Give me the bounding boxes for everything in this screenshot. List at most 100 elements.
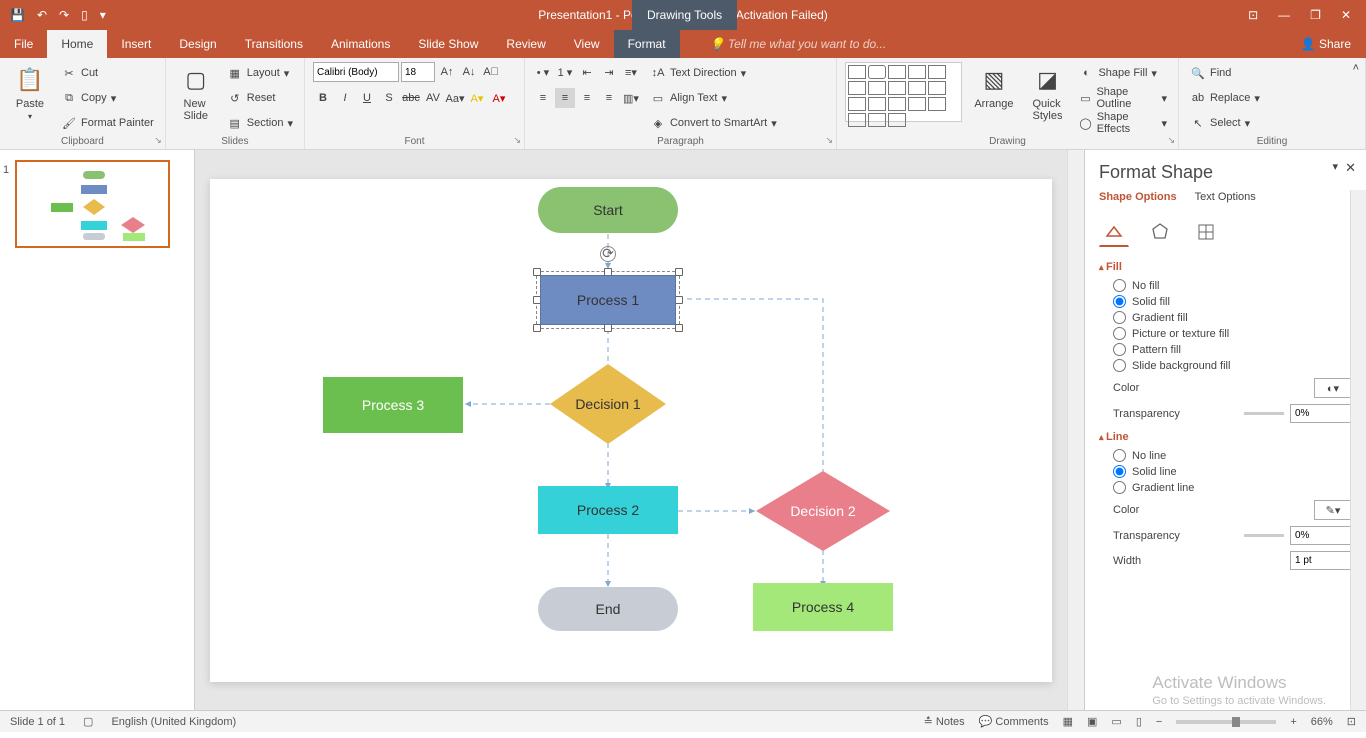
fill-line-icon[interactable]	[1099, 217, 1129, 247]
copy-button[interactable]: ⧉Copy ▾	[58, 87, 157, 109]
minimize-icon[interactable]: —	[1278, 8, 1290, 22]
restore-icon[interactable]: ❐	[1310, 8, 1321, 22]
find-button[interactable]: 🔍Find	[1187, 62, 1263, 84]
gradient-line-radio[interactable]: Gradient line	[1113, 481, 1352, 494]
layout-button[interactable]: ▦Layout ▾	[224, 62, 296, 84]
line-transparency-input[interactable]	[1290, 526, 1352, 545]
picture-fill-radio[interactable]: Picture or texture fill	[1113, 327, 1352, 340]
highlight-button[interactable]: A▾	[467, 88, 487, 108]
transparency-slider[interactable]	[1244, 412, 1284, 415]
resize-handle[interactable]	[604, 324, 612, 332]
qat-dropdown-icon[interactable]: ▾	[100, 8, 106, 22]
effects-icon[interactable]	[1145, 217, 1175, 247]
numbering-button[interactable]: 1 ▾	[555, 62, 575, 82]
format-painter-button[interactable]: 🖌Format Painter	[58, 112, 157, 134]
underline-button[interactable]: U	[357, 88, 377, 108]
comments-button[interactable]: 💬 Comments	[979, 715, 1049, 728]
shape-outline-button[interactable]: ▭Shape Outline ▾	[1075, 87, 1170, 109]
tab-slideshow[interactable]: Slide Show	[404, 30, 492, 58]
slide-thumbnail-1[interactable]: 1	[15, 160, 170, 248]
line-section-header[interactable]: Line	[1099, 431, 1352, 443]
italic-button[interactable]: I	[335, 88, 355, 108]
slide-canvas-area[interactable]: Start ⟳ Process 1 Decision 1 Process 3	[195, 150, 1067, 710]
reading-view-icon[interactable]: ▭	[1111, 715, 1121, 728]
select-button[interactable]: ↖Select ▾	[1187, 112, 1263, 134]
notes-button[interactable]: ≛ Notes	[924, 715, 965, 728]
fill-section-header[interactable]: Fill	[1099, 261, 1352, 273]
new-slide-button[interactable]: ▢ New Slide	[174, 62, 218, 124]
justify-button[interactable]: ≡	[599, 88, 619, 108]
convert-smartart-button[interactable]: ◈Convert to SmartArt ▾	[647, 112, 780, 134]
bold-button[interactable]: B	[313, 88, 333, 108]
ribbon-display-icon[interactable]: ⊡	[1248, 8, 1258, 22]
align-text-button[interactable]: ▭Align Text ▾	[647, 87, 780, 109]
no-line-radio[interactable]: No line	[1113, 449, 1352, 462]
slide-counter[interactable]: Slide 1 of 1	[10, 716, 65, 728]
align-left-button[interactable]: ≡	[533, 88, 553, 108]
pane-options-icon[interactable]: ▾	[1332, 160, 1338, 173]
shape-effects-button[interactable]: ◯Shape Effects ▾	[1075, 112, 1170, 134]
quick-styles-button[interactable]: ◪Quick Styles	[1025, 62, 1069, 124]
columns-button[interactable]: ▥▾	[621, 88, 641, 108]
shape-fill-button[interactable]: ◐Shape Fill ▾	[1075, 62, 1170, 84]
dialog-launcher-icon[interactable]: ↘	[825, 135, 833, 146]
pane-scrollbar[interactable]	[1350, 190, 1366, 710]
tab-home[interactable]: Home	[47, 30, 107, 58]
share-button[interactable]: 👤 Share	[1301, 37, 1366, 51]
line-spacing-button[interactable]: ≡▾	[621, 62, 641, 82]
spellcheck-icon[interactable]: ▢	[83, 715, 93, 728]
font-size-select[interactable]	[401, 62, 435, 82]
zoom-in-button[interactable]: +	[1290, 716, 1296, 728]
resize-handle[interactable]	[533, 324, 541, 332]
zoom-level[interactable]: 66%	[1311, 716, 1333, 728]
collapse-ribbon-icon[interactable]: ˄	[1353, 62, 1359, 74]
text-direction-button[interactable]: ↕AText Direction ▾	[647, 62, 780, 84]
dialog-launcher-icon[interactable]: ↘	[1167, 135, 1175, 146]
pattern-fill-radio[interactable]: Pattern fill	[1113, 343, 1352, 356]
char-spacing-button[interactable]: AV	[423, 88, 443, 108]
shape-process-3[interactable]: Process 3	[323, 377, 463, 433]
align-right-button[interactable]: ≡	[577, 88, 597, 108]
tab-view[interactable]: View	[560, 30, 614, 58]
case-button[interactable]: Aa▾	[445, 88, 465, 108]
decrease-indent-button[interactable]: ⇤	[577, 62, 597, 82]
shape-decision-2[interactable]: Decision 2	[756, 471, 890, 551]
fill-transparency-input[interactable]	[1290, 404, 1352, 423]
shape-decision-1[interactable]: Decision 1	[550, 364, 666, 444]
normal-view-icon[interactable]: ▦	[1063, 715, 1073, 728]
no-fill-radio[interactable]: No fill	[1113, 279, 1352, 292]
font-name-select[interactable]	[313, 62, 399, 82]
undo-icon[interactable]: ↶	[37, 8, 47, 22]
clear-formatting-icon[interactable]: A⃠	[481, 62, 501, 82]
zoom-out-button[interactable]: −	[1156, 716, 1162, 728]
fit-to-window-icon[interactable]: ⊡	[1347, 715, 1356, 728]
tab-format[interactable]: Format	[614, 30, 680, 58]
shadow-button[interactable]: S	[379, 88, 399, 108]
start-from-beginning-icon[interactable]: ▯	[81, 8, 88, 22]
increase-font-icon[interactable]: A↑	[437, 62, 457, 82]
zoom-slider[interactable]	[1176, 720, 1276, 724]
tell-me-search[interactable]: 💡 Tell me what you want to do...	[680, 37, 887, 51]
vertical-scrollbar[interactable]	[1067, 150, 1084, 710]
paste-button[interactable]: 📋 Paste ▾	[8, 62, 52, 123]
close-pane-icon[interactable]: ✕	[1345, 160, 1356, 176]
tab-review[interactable]: Review	[492, 30, 559, 58]
close-icon[interactable]: ✕	[1341, 8, 1351, 22]
tab-file[interactable]: File	[0, 30, 47, 58]
solid-fill-radio[interactable]: Solid fill	[1113, 295, 1352, 308]
section-button[interactable]: ▤Section ▾	[224, 112, 296, 134]
shape-process-4[interactable]: Process 4	[753, 583, 893, 631]
tab-transitions[interactable]: Transitions	[231, 30, 317, 58]
rotate-handle-icon[interactable]: ⟳	[600, 246, 616, 262]
resize-handle[interactable]	[675, 296, 683, 304]
tab-animations[interactable]: Animations	[317, 30, 404, 58]
line-width-input[interactable]	[1290, 551, 1352, 570]
slide-bg-fill-radio[interactable]: Slide background fill	[1113, 359, 1352, 372]
align-center-button[interactable]: ≡	[555, 88, 575, 108]
strikethrough-button[interactable]: abc	[401, 88, 421, 108]
slideshow-view-icon[interactable]: ▯	[1136, 715, 1142, 728]
resize-handle[interactable]	[675, 268, 683, 276]
replace-button[interactable]: abReplace ▾	[1187, 87, 1263, 109]
line-color-button[interactable]: ✎▾	[1314, 500, 1352, 520]
text-options-tab[interactable]: Text Options	[1195, 191, 1256, 207]
